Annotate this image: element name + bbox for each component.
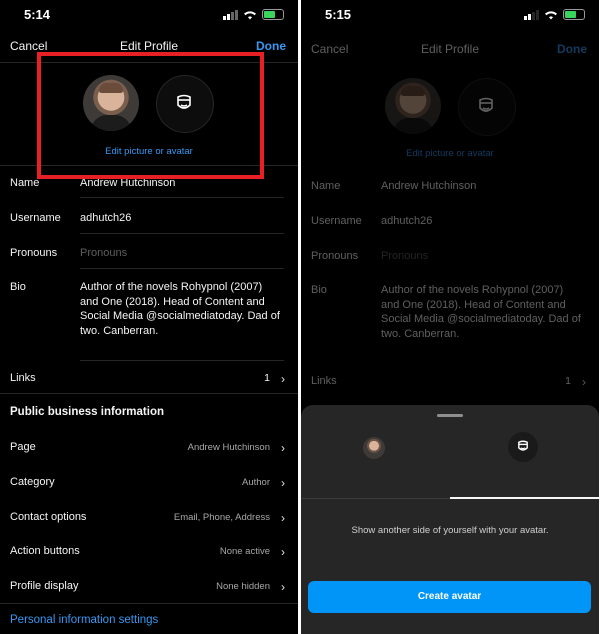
- create-avatar-button[interactable]: Create avatar: [308, 581, 591, 613]
- category-label: Category: [10, 476, 55, 488]
- chevron-right-icon: ›: [281, 372, 285, 386]
- bio-label: Bio: [10, 281, 26, 293]
- business-heading: Public business information: [10, 406, 164, 418]
- pronouns-label: Pronouns: [10, 247, 58, 259]
- username-field[interactable]: adhutch26: [381, 215, 432, 227]
- profile-display-value: None hidden: [216, 581, 270, 592]
- status-bar: 5:15: [301, 0, 599, 30]
- wifi-icon: [545, 10, 557, 19]
- profile-pictures: [301, 78, 599, 138]
- tab-profile-photo[interactable]: [363, 437, 385, 459]
- bio-field[interactable]: Author of the novels Rohypnol (2007) and…: [381, 283, 581, 341]
- status-time: 5:14: [24, 7, 51, 22]
- edit-picture-link[interactable]: Edit picture or avatar: [301, 148, 599, 159]
- links-label: Links: [10, 372, 36, 384]
- username-label: Username: [311, 215, 362, 227]
- pronouns-field[interactable]: Pronouns: [80, 247, 127, 259]
- page-title: Edit Profile: [119, 39, 179, 53]
- username-field[interactable]: adhutch26: [80, 212, 131, 224]
- avatar-face-icon: [518, 440, 528, 451]
- action-buttons-label: Action buttons: [10, 545, 80, 557]
- profile-display-label: Profile display: [10, 580, 79, 592]
- chevron-right-icon: ›: [281, 476, 285, 490]
- contact-options-label: Contact options: [10, 511, 87, 523]
- done-button[interactable]: Done: [557, 42, 587, 56]
- avatar-message: Show another side of yourself with your …: [351, 525, 549, 536]
- right-screen: 5:15 Cancel Edit Profile Done Edit pictu…: [301, 0, 599, 634]
- pronouns-field[interactable]: Pronouns: [381, 250, 428, 262]
- battery-icon: [262, 9, 284, 20]
- avatar-face-icon: [479, 97, 493, 112]
- highlight-box: [37, 52, 264, 179]
- wifi-icon: [244, 10, 256, 19]
- divider: [0, 603, 298, 604]
- nav-bar: Cancel Edit Profile Done: [301, 35, 599, 63]
- name-label: Name: [311, 180, 341, 192]
- active-tab-indicator: [450, 497, 599, 499]
- pronouns-label: Pronouns: [311, 250, 359, 262]
- sheet-grabber[interactable]: [437, 414, 463, 417]
- bio-label: Bio: [311, 284, 327, 296]
- divider: [80, 360, 284, 361]
- name-label: Name: [10, 177, 40, 189]
- username-label: Username: [10, 212, 61, 224]
- divider: [80, 197, 284, 198]
- done-button[interactable]: Done: [256, 39, 286, 53]
- bio-field[interactable]: Author of the novels Rohypnol (2007) and…: [80, 280, 280, 338]
- links-count: 1: [264, 372, 270, 384]
- avatar-placeholder[interactable]: [458, 78, 516, 136]
- action-buttons-value: None active: [219, 546, 270, 557]
- name-field[interactable]: Andrew Hutchinson: [381, 180, 476, 192]
- links-count: 1: [565, 375, 571, 387]
- page-label: Page: [10, 441, 36, 453]
- divider: [80, 268, 284, 269]
- tab-avatar[interactable]: [508, 432, 538, 462]
- chevron-right-icon: ›: [281, 441, 285, 455]
- chevron-right-icon: ›: [281, 511, 285, 525]
- profile-photo[interactable]: [385, 78, 441, 134]
- avatar-bottom-sheet: Show another side of yourself with your …: [301, 405, 599, 634]
- chevron-right-icon: ›: [281, 545, 285, 559]
- contact-options-value: Email, Phone, Address: [173, 512, 270, 523]
- status-time: 5:15: [325, 7, 352, 22]
- category-value: Author: [242, 477, 270, 488]
- chevron-right-icon: ›: [582, 375, 586, 389]
- divider: [0, 393, 298, 394]
- chevron-right-icon: ›: [281, 580, 285, 594]
- status-bar: 5:14: [0, 0, 298, 30]
- battery-icon: [563, 9, 585, 20]
- personal-information-settings-link[interactable]: Personal information settings: [10, 614, 158, 626]
- signal-icon: [524, 9, 539, 20]
- page-title: Edit Profile: [420, 42, 480, 56]
- sheet-tabs: [301, 432, 599, 499]
- signal-icon: [223, 9, 238, 20]
- page-value: Andrew Hutchinson: [187, 442, 270, 453]
- links-label: Links: [311, 375, 337, 387]
- divider: [80, 233, 284, 234]
